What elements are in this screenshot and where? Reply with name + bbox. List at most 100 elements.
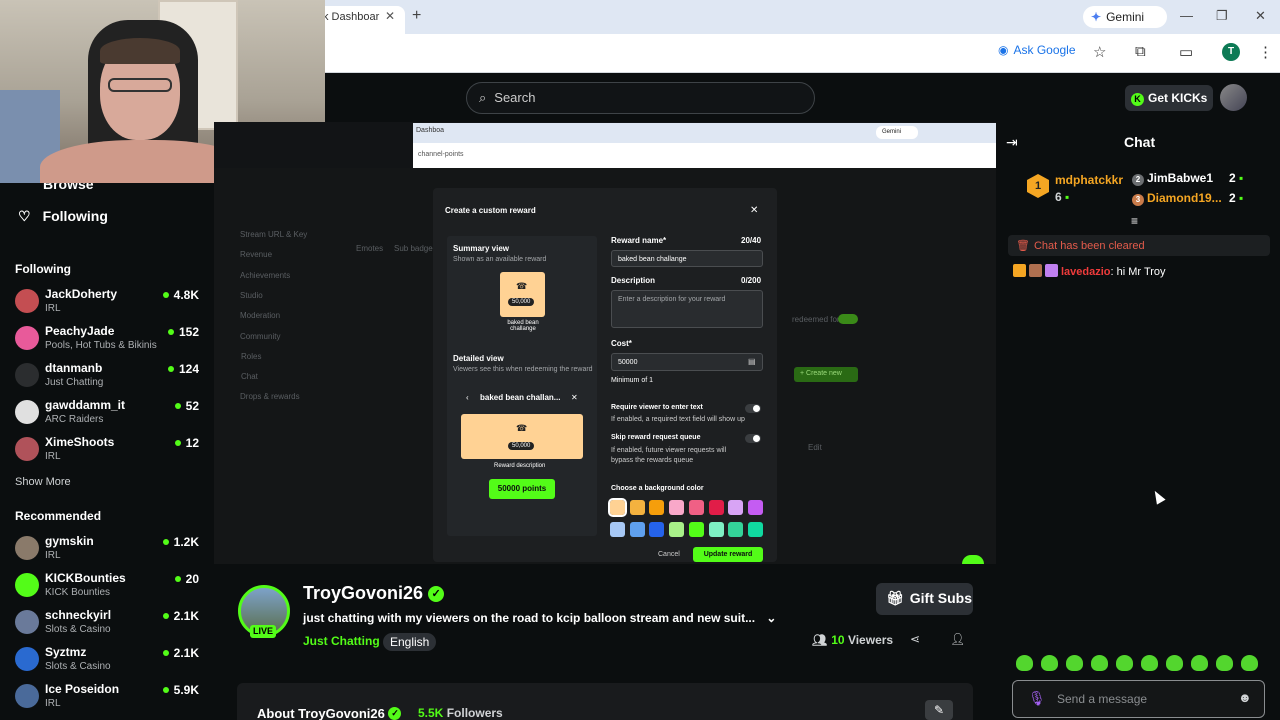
about-verified-icon: ✓: [388, 707, 402, 720]
show-more-link[interactable]: Show More: [15, 476, 71, 488]
color-swatch: [669, 522, 685, 537]
ask-google-button[interactable]: ◉ Ask Google: [998, 43, 1080, 63]
emote-icon[interactable]: [1016, 655, 1033, 671]
reward-name-label: Reward name*: [611, 236, 667, 245]
chevron-down-icon[interactable]: ⌄: [766, 611, 776, 625]
modal-title: Create a custom reward: [445, 206, 536, 215]
emote-icon[interactable]: [1141, 655, 1158, 671]
channel-avatar: [15, 684, 39, 708]
edit-pencil-icon[interactable]: ✎: [925, 700, 953, 720]
inner-emotes-tab: Emotes: [356, 244, 384, 253]
user-avatar[interactable]: [1220, 84, 1247, 111]
expand-leaderboard-icon[interactable]: ≡: [1131, 214, 1138, 228]
close-window-icon[interactable]: ✕: [1255, 8, 1266, 24]
leaderboard-rank3-name[interactable]: 3 Diamond19...: [1132, 191, 1222, 206]
cancel-button: Cancel: [658, 551, 680, 558]
detailed-reward-name: baked bean challan...: [480, 393, 561, 402]
detailed-title: Detailed view: [453, 354, 504, 363]
bookmark-star-icon[interactable]: ☆: [1093, 43, 1106, 61]
language-tag[interactable]: English: [383, 633, 437, 651]
live-dot-icon: [174, 403, 181, 409]
summary-reward-name: baked bean challange: [507, 320, 539, 332]
detailed-points: 50,000: [508, 442, 535, 450]
trash-icon: 🗑︎: [1016, 240, 1030, 252]
channel-row[interactable]: XimeShoots IRL 12: [15, 435, 205, 469]
crown-badge-icon: [1013, 264, 1026, 277]
channel-row[interactable]: gawddamm_it ARC Raiders 52: [15, 398, 205, 432]
channel-row[interactable]: schneckyirl Slots & Casino 2.1K: [15, 608, 205, 642]
stream-category[interactable]: Just Chatting: [303, 634, 380, 648]
get-kicks-button[interactable]: K Get KICKs: [1125, 85, 1213, 111]
leaderboard-rank2-name[interactable]: 2 JimBabwe1: [1132, 171, 1213, 186]
inner-menu-item: Roles: [241, 351, 262, 361]
skip-queue-toggle: [745, 434, 761, 443]
live-dot-icon: [162, 292, 169, 298]
channel-viewer-count: 12: [185, 436, 199, 450]
emote-icon[interactable]: [1216, 655, 1233, 671]
browser-menu-icon[interactable]: ⋮: [1258, 43, 1273, 61]
emote-icon[interactable]: [1116, 655, 1133, 671]
color-swatch: [747, 500, 763, 515]
heart-icon: ♡: [18, 208, 31, 224]
channel-row[interactable]: dtanmanb Just Chatting 124: [15, 361, 205, 395]
channel-row[interactable]: Ice Poseidon IRL 5.9K: [15, 682, 205, 716]
color-swatch: [688, 522, 704, 537]
detailed-sub: Viewers see this when redeeming the rewa…: [453, 366, 593, 373]
channel-viewer-count: 4.8K: [173, 288, 199, 302]
search-input[interactable]: ⌕ Search: [466, 82, 815, 114]
channel-row[interactable]: gymskin IRL 1.2K: [15, 534, 205, 568]
color-swatch: [708, 500, 724, 515]
streamer-name[interactable]: TroyGovoni26 ✓: [303, 583, 445, 604]
gemini-button[interactable]: ✦ Gemini: [1083, 6, 1167, 28]
collapse-chat-icon[interactable]: ⇥: [1006, 134, 1018, 151]
channel-row[interactable]: KICKBounties KICK Bounties 20: [15, 571, 205, 605]
channel-viewer-count: 2.1K: [173, 609, 199, 623]
emote-icon[interactable]: [1091, 655, 1108, 671]
gift-subs-button[interactable]: 🎁︎ Gift Subs: [876, 583, 973, 615]
tab-close-icon[interactable]: ✕: [385, 9, 395, 23]
leaderboard-rank1-name[interactable]: mdphatckkr: [1055, 173, 1123, 187]
search-icon: ⌕: [479, 90, 487, 105]
live-dot-icon: [162, 613, 169, 619]
modal-close-icon: ✕: [750, 205, 759, 216]
channel-name: schneckyirl: [45, 608, 112, 622]
emote-bar: [1016, 655, 1266, 675]
channel-row[interactable]: PeachyJade Pools, Hot Tubs & Bikinis 152: [15, 324, 205, 358]
browser-profile-avatar[interactable]: T: [1222, 43, 1240, 61]
emote-icon[interactable]: [1066, 655, 1083, 671]
channel-viewers: 2.1K: [162, 609, 199, 623]
inner-subbadge-tab: Sub badge: [394, 244, 433, 253]
following-nav-item[interactable]: ♡ Following: [18, 208, 108, 225]
channel-row[interactable]: Syztmz Slots & Casino 2.1K: [15, 645, 205, 679]
recommended-section-title: Recommended: [15, 509, 102, 523]
followers-count: 5.5K Followers: [418, 706, 503, 720]
points-button: 50000 points: [489, 479, 555, 499]
channel-category: IRL: [45, 451, 61, 462]
share-icon[interactable]: ⋖: [910, 632, 920, 646]
emote-icon[interactable]: [1191, 655, 1208, 671]
require-text-sub: If enabled, a required text field will s…: [611, 416, 745, 423]
sidebar-toggle-icon[interactable]: ▭: [1179, 43, 1193, 61]
channel-row[interactable]: JackDoherty IRL 4.8K: [15, 287, 205, 321]
detailed-close-icon: ✕: [571, 393, 578, 402]
minimize-icon[interactable]: —: [1180, 8, 1193, 23]
channel-avatar: [15, 573, 39, 597]
browser-tab-label: k Dashboar: [323, 11, 380, 23]
inner-menu-item: Community: [240, 331, 281, 341]
channel-viewer-count: 2.1K: [173, 646, 199, 660]
inner-toggle: [838, 314, 858, 324]
require-text-label: Require viewer to enter text: [611, 404, 703, 411]
emote-icon[interactable]: [1166, 655, 1183, 671]
emote-icon[interactable]: [1041, 655, 1058, 671]
detailed-gift-icon: ☎: [516, 423, 528, 433]
chat-message-input[interactable]: Send a message: [1012, 680, 1265, 718]
channel-viewer-count: 1.2K: [173, 535, 199, 549]
mic-icon[interactable]: 🎙︎: [1028, 690, 1046, 707]
extensions-icon[interactable]: ⧉: [1135, 43, 1146, 60]
new-tab-icon[interactable]: +: [412, 7, 421, 25]
cost-label: Cost*: [611, 339, 632, 348]
emoji-picker-icon[interactable]: ☻: [1238, 690, 1252, 705]
restore-icon[interactable]: ❐: [1216, 8, 1228, 24]
emote-icon[interactable]: [1241, 655, 1258, 671]
follow-user-icon[interactable]: 👤︎: [950, 632, 965, 646]
